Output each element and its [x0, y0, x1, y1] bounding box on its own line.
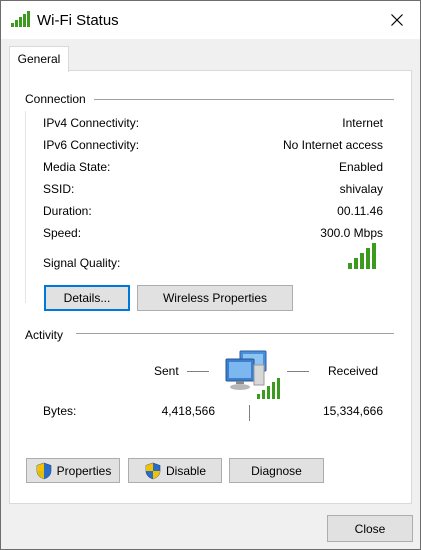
ssid-value: shivalay — [339, 182, 383, 196]
close-button[interactable]: Close — [327, 515, 413, 542]
title-bar: Wi-Fi Status — [1, 1, 420, 39]
connection-divider — [94, 99, 394, 100]
bytes-sent-value: 4,418,566 — [161, 404, 215, 418]
media-state-value: Enabled — [338, 160, 383, 174]
received-label: Received — [328, 364, 379, 378]
speed-value: 300.0 Mbps — [320, 226, 383, 240]
connection-group-title: Connection — [25, 92, 92, 106]
properties-button[interactable]: Properties — [26, 458, 120, 483]
duration-value: 00.11.46 — [337, 204, 383, 218]
wifi-signal-icon — [11, 11, 30, 27]
activity-divider — [76, 333, 394, 334]
tab-general[interactable]: General — [9, 46, 69, 72]
bytes-received-value: 15,334,666 — [322, 404, 383, 418]
properties-button-label: Properties — [56, 463, 112, 478]
sent-line — [187, 371, 209, 372]
activity-group-title: Activity — [25, 328, 70, 342]
duration-label: Duration: — [43, 204, 92, 218]
shield-icon — [145, 462, 161, 479]
shield-icon — [36, 462, 51, 479]
activity-divider-vertical — [249, 405, 250, 421]
ipv6-value: No Internet access — [282, 138, 383, 152]
general-panel: Connection IPv4 Connectivity: Internet I… — [9, 70, 412, 504]
wireless-properties-button[interactable]: Wireless Properties — [137, 285, 293, 311]
signal-quality-label: Signal Quality: — [43, 256, 121, 270]
sent-label: Sent — [154, 364, 179, 378]
ipv6-label: IPv6 Connectivity: — [43, 138, 140, 152]
network-computers-icon — [225, 350, 280, 399]
bytes-label: Bytes: — [43, 404, 77, 418]
disable-button[interactable]: Disable — [128, 458, 222, 483]
wifi-status-window: Wi-Fi Status General Connection IPv4 Con… — [0, 0, 421, 550]
signal-quality-icon — [348, 243, 376, 269]
media-state-label: Media State: — [43, 160, 111, 174]
ipv4-value: Internet — [342, 116, 383, 130]
title-close-button[interactable] — [374, 1, 420, 39]
speed-label: Speed: — [43, 226, 82, 240]
window-title: Wi-Fi Status — [37, 12, 119, 29]
connection-group-border — [25, 111, 26, 303]
close-icon — [391, 14, 403, 26]
disable-button-label: Disable — [165, 463, 207, 478]
ssid-label: SSID: — [43, 182, 75, 196]
details-button[interactable]: Details... — [44, 285, 130, 311]
diagnose-button[interactable]: Diagnose — [229, 458, 324, 483]
ipv4-label: IPv4 Connectivity: — [43, 116, 140, 130]
received-line — [287, 371, 309, 372]
